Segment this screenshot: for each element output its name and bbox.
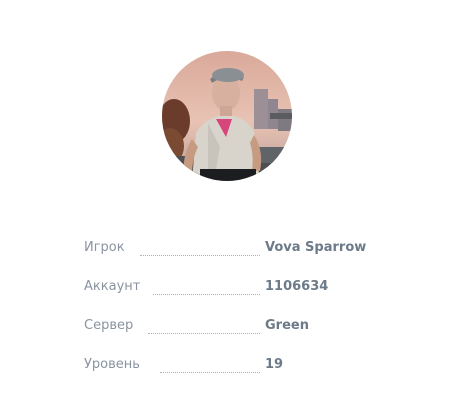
info-label-account: Аккаунт: [84, 279, 141, 294]
player-avatar-image: [162, 51, 292, 181]
info-row-server: Сервер Green: [84, 316, 384, 338]
player-avatar: [162, 51, 292, 181]
info-label-player: Игрок: [84, 240, 125, 255]
info-value-account: 1106634: [265, 279, 329, 294]
info-row-account: Аккаунт 1106634: [84, 277, 384, 299]
info-row-level: Уровень 19: [84, 355, 384, 377]
dotted-leader: [140, 255, 260, 256]
dotted-leader: [160, 372, 260, 373]
info-row-player: Игрок Vova Sparrow: [84, 238, 384, 260]
dotted-leader: [148, 333, 260, 334]
info-value-player: Vova Sparrow: [265, 240, 367, 255]
dotted-leader: [153, 294, 260, 295]
info-label-level: Уровень: [84, 357, 140, 372]
info-value-level: 19: [265, 357, 284, 372]
info-label-server: Сервер: [84, 318, 134, 333]
info-value-server: Green: [265, 318, 309, 333]
